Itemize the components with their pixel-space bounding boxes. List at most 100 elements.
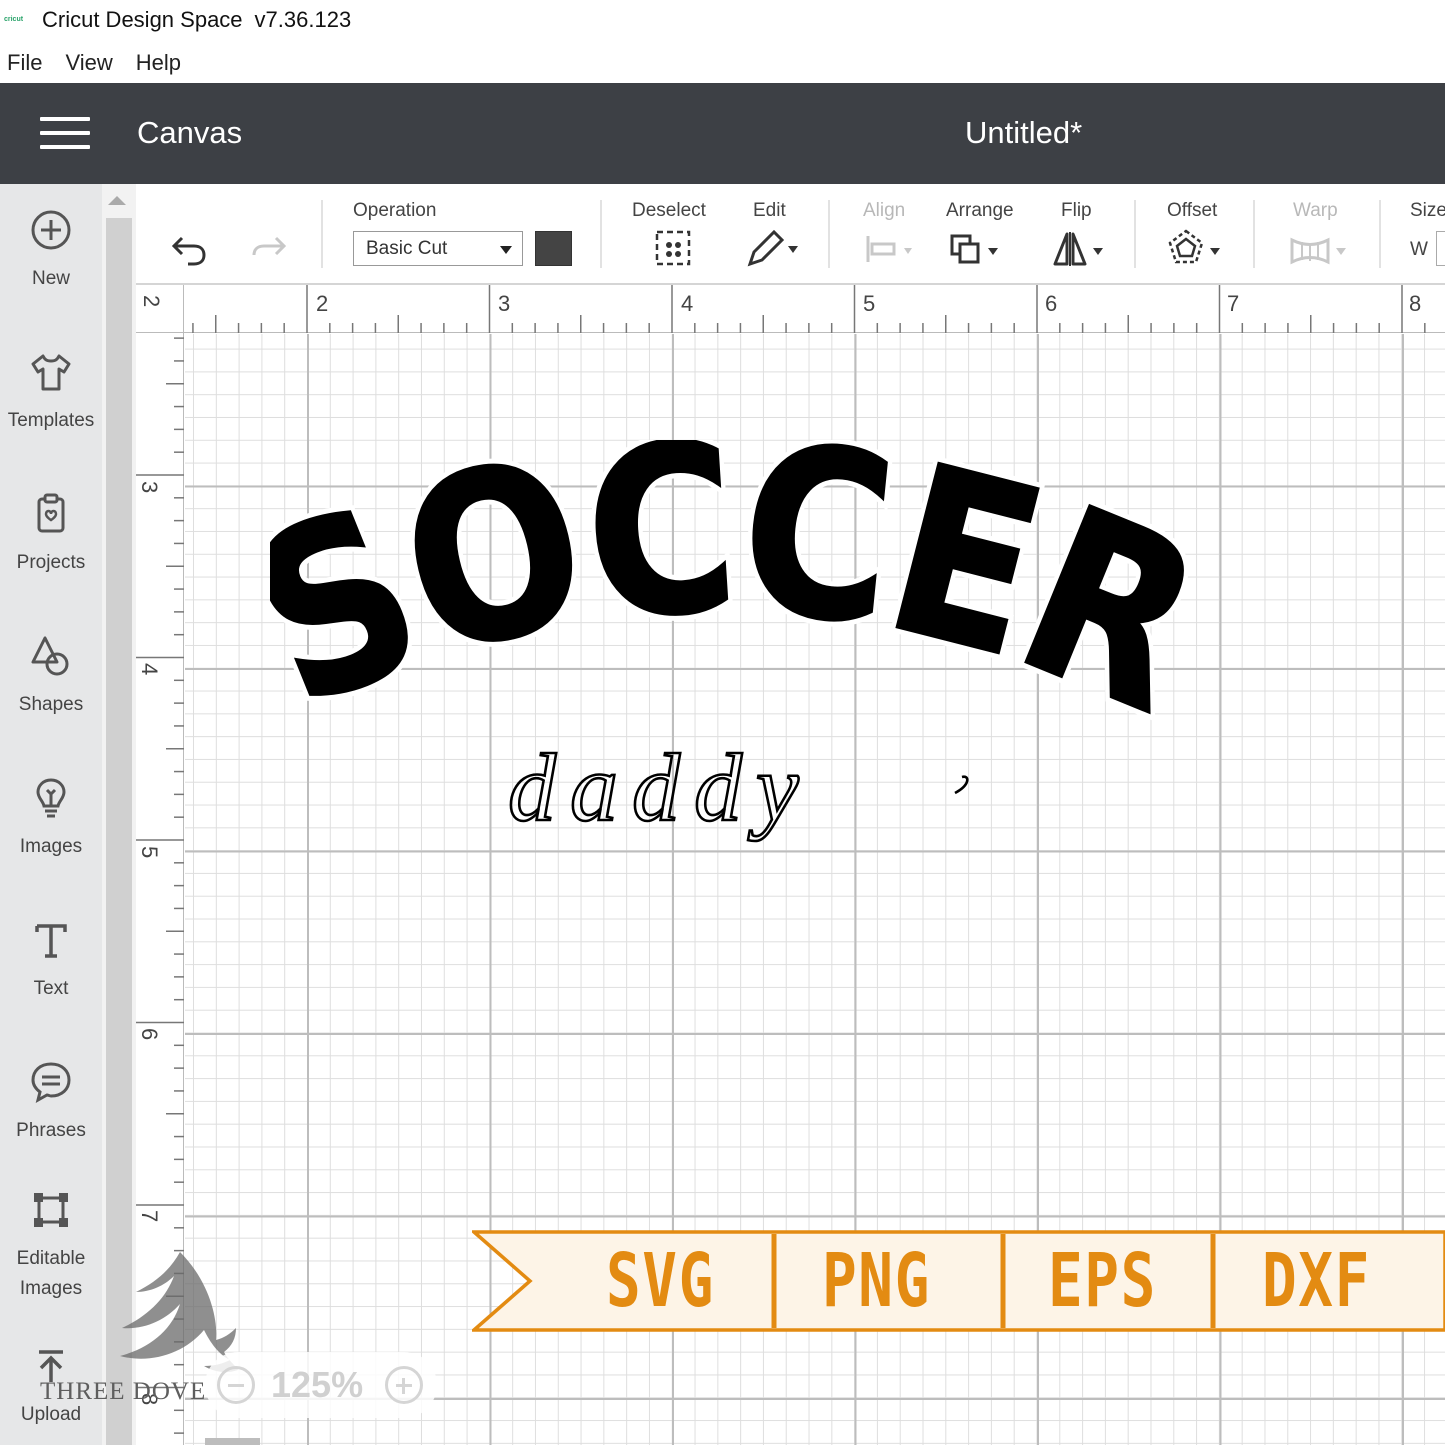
- chevron-down-icon: [500, 246, 512, 254]
- horizontal-ruler-ticks: [192, 285, 1426, 333]
- vertical-ruler: 3 4 5 6 7 8: [136, 285, 184, 1445]
- pencil-icon[interactable]: [746, 228, 804, 268]
- sidebar-item-new[interactable]: New: [0, 208, 102, 294]
- vertical-ruler-ticks: [136, 337, 184, 1434]
- sidebar-item-label: Templates: [7, 410, 95, 431]
- deselect-label: Deselect: [632, 200, 706, 221]
- zoom-control: 125%: [205, 1352, 437, 1418]
- sidebar-item-label: Text: [33, 978, 69, 999]
- ruler-number: 5: [137, 846, 162, 859]
- sidebar-item-templates[interactable]: Templates: [0, 350, 102, 436]
- ruler-number: 6: [137, 1028, 162, 1041]
- menu-bar: File View Help: [0, 44, 1445, 82]
- clipboard-icon: [37, 493, 65, 533]
- format-png: PNG: [822, 1238, 931, 1324]
- flip-label: Flip: [1061, 200, 1092, 221]
- watermark-text: THREE DOVE: [40, 1378, 207, 1405]
- ruler-number: 2: [316, 291, 329, 316]
- sidebar-item-shapes[interactable]: Shapes: [0, 634, 102, 720]
- shirt-icon: [31, 354, 71, 391]
- sidebar-item-images[interactable]: Images: [0, 776, 102, 862]
- shapes-icon: [31, 636, 69, 676]
- arrange-icon[interactable]: [948, 228, 1006, 268]
- speech-bubble-icon: [31, 1062, 71, 1103]
- sidebar-item-phrases[interactable]: Phrases: [0, 1060, 102, 1146]
- horizontal-ruler: 2 3 4 5 6 7 8: [136, 285, 1445, 333]
- left-sidebar: New Templates Projects Shapes Images Tex…: [0, 184, 102, 1445]
- sidebar-item-label: Phrases: [16, 1120, 86, 1141]
- zoom-out-button[interactable]: [217, 1366, 255, 1404]
- sidebar-item-editable-images[interactable]: Editable Images: [0, 1188, 102, 1304]
- ruler-number: 7: [137, 1210, 162, 1223]
- document-title[interactable]: Untitled*: [965, 115, 1082, 151]
- sidebar-item-label: Shapes: [18, 694, 84, 715]
- ruler-number: 4: [681, 291, 694, 316]
- app-title: Cricut Design Space: [42, 7, 243, 32]
- toolbar-separator: [828, 200, 830, 268]
- toolbar-separator: [321, 200, 323, 268]
- deselect-icon[interactable]: [654, 228, 692, 268]
- warp-label: Warp: [1293, 200, 1338, 221]
- align-icon: [866, 236, 912, 262]
- hamburger-menu-icon[interactable]: [40, 117, 90, 149]
- size-width-label: W: [1410, 239, 1428, 260]
- format-eps: EPS: [1048, 1238, 1157, 1324]
- format-svg: SVG: [606, 1238, 715, 1324]
- editable-images-icon: [34, 1193, 68, 1227]
- format-dxf: DXF: [1262, 1238, 1371, 1324]
- edit-label: Edit: [753, 200, 786, 221]
- text-icon: [35, 924, 67, 958]
- sidebar-item-label: New: [31, 268, 70, 289]
- horizontal-scrollbar-thumb[interactable]: [205, 1438, 260, 1445]
- ruler-number: 8: [1409, 291, 1422, 316]
- ruler-number: 7: [1227, 291, 1240, 316]
- scroll-up-arrow-icon[interactable]: [108, 196, 126, 205]
- sidebar-item-label: Images: [19, 836, 83, 857]
- size-width-input[interactable]: [1436, 231, 1445, 266]
- sidebar-item-label: Editable: [16, 1248, 86, 1269]
- arrange-label: Arrange: [946, 200, 1014, 221]
- file-format-banner: SVG PNG EPS DXF: [472, 1228, 1445, 1334]
- toolbar-separator: [1253, 200, 1255, 268]
- ruler-number: 4: [137, 663, 162, 676]
- ruler-number: 3: [137, 481, 162, 494]
- lightbulb-icon: [36, 778, 66, 818]
- menu-help[interactable]: Help: [136, 50, 181, 76]
- vertical-scrollbar-thumb[interactable]: [106, 218, 132, 1445]
- toolbar-separator: [600, 200, 602, 268]
- app-logo: cricut: [4, 16, 24, 23]
- ruler-number: 6: [1045, 291, 1058, 316]
- menu-view[interactable]: View: [65, 50, 112, 76]
- warp-icon: [1290, 237, 1346, 265]
- flip-icon[interactable]: [1051, 228, 1109, 268]
- color-swatch[interactable]: [535, 231, 572, 266]
- operation-select[interactable]: Basic Cut: [353, 231, 523, 266]
- title-bar: cricut Cricut Design Space v7.36.123: [0, 0, 1445, 40]
- ruler-number: 5: [863, 291, 876, 316]
- size-label: Size: [1410, 200, 1445, 221]
- zoom-level: 125%: [271, 1364, 364, 1405]
- ruler-number: 3: [498, 291, 511, 316]
- operation-value: Basic Cut: [366, 238, 448, 259]
- sidebar-item-projects[interactable]: Projects: [0, 492, 102, 578]
- toolbar-separator: [1379, 200, 1381, 268]
- app-header: Canvas Untitled*: [0, 83, 1445, 184]
- sidebar-item-label-2: Images: [19, 1278, 83, 1299]
- operation-label: Operation: [353, 200, 437, 221]
- page-title: Canvas: [137, 115, 243, 150]
- sidebar-item-label: Projects: [16, 552, 86, 573]
- ruler-corner: 2: [136, 285, 184, 333]
- menu-file[interactable]: File: [7, 50, 42, 76]
- ruler-number: 2: [139, 295, 164, 308]
- zoom-in-button[interactable]: [385, 1366, 423, 1404]
- align-label: Align: [863, 200, 906, 221]
- redo-icon[interactable]: [246, 228, 290, 268]
- edit-toolbar: Operation Basic Cut Deselect Edit Align …: [136, 184, 1445, 285]
- toolbar-separator: [1134, 200, 1136, 268]
- sidebar-item-text[interactable]: Text: [0, 918, 102, 1004]
- undo-icon[interactable]: [168, 228, 212, 268]
- plus-circle-icon: [31, 210, 71, 250]
- offset-label: Offset: [1167, 200, 1218, 221]
- offset-icon[interactable]: [1166, 228, 1226, 268]
- app-version: v7.36.123: [254, 7, 352, 32]
